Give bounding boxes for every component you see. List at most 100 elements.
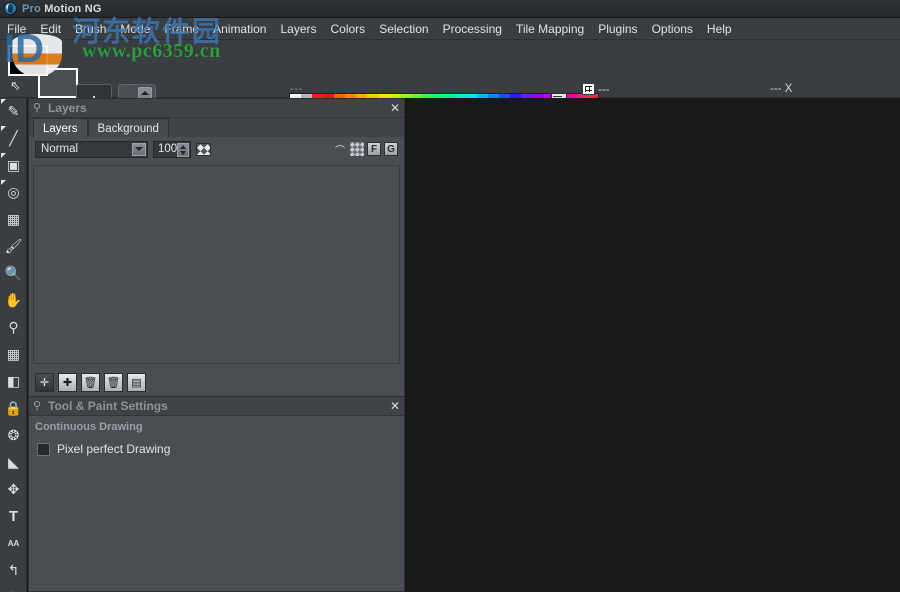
tool-undo-icon: ↰ xyxy=(7,562,20,578)
menu-item-file[interactable]: File xyxy=(0,19,33,39)
menu-item-tile-mapping[interactable]: Tile Mapping xyxy=(509,19,591,39)
tab-layers[interactable]: Layers xyxy=(33,118,88,137)
layers-tab-bar: Layers Background xyxy=(29,118,404,137)
blend-mode-value: Normal xyxy=(41,143,79,155)
swap-colors-icon[interactable]: ⇖ xyxy=(10,79,24,93)
window-title: Pro Motion NG xyxy=(22,3,102,15)
layer-footer-buttons: ✛ ✚ 🗑 🗑 ▤ xyxy=(35,373,146,392)
tool-rectangle[interactable]: ▣ xyxy=(0,152,27,179)
menu-item-colors[interactable]: Colors xyxy=(324,19,373,39)
tool-palette: ✎ ╱ ▣ ◎ ▦ 🖌 🔍 ✋ ⚲ ▦ ◧ 🔒 ❂ ◣ ✥ T AA ↰ ↳ xyxy=(0,98,27,592)
tool-spiral-icon: ❂ xyxy=(7,427,20,443)
tool-corner-marker xyxy=(1,99,6,104)
opacity-stepper-buttons[interactable] xyxy=(177,142,189,157)
tool-fill-icon: 🖌 xyxy=(4,238,23,254)
tool-freehand-icon: ✎ xyxy=(7,103,20,119)
tool-tile-grid[interactable]: ▦ xyxy=(0,206,27,233)
tool-paint-settings-panel: ⚲ Tool & Paint Settings ✕ Continuous Dra… xyxy=(28,396,405,592)
menu-item-help[interactable]: Help xyxy=(700,19,739,39)
tool-magnifier[interactable]: 🔍 xyxy=(0,260,27,287)
pixel-perfect-label: Pixel perfect Drawing xyxy=(57,442,171,456)
tool-freehand[interactable]: ✎ xyxy=(0,98,27,125)
pixel-perfect-checkbox[interactable] xyxy=(37,442,50,456)
window-title-prefix: Pro xyxy=(22,2,41,15)
layers-panel-title: Layers xyxy=(48,101,87,115)
tool-stencil[interactable]: ◧ xyxy=(0,368,27,395)
tool-line-icon: ╱ xyxy=(9,130,18,146)
menu-item-mode[interactable]: Mode xyxy=(113,19,157,39)
tool-color-picker[interactable]: ⚲ xyxy=(0,314,27,341)
tool-grid-toggle-icon: ▦ xyxy=(6,346,21,362)
blend-mode-select[interactable]: Normal xyxy=(35,140,148,158)
app-window: Pro Motion NG File Edit Brush Mode Frame… xyxy=(0,0,900,592)
tool-ellipse[interactable]: ◎ xyxy=(0,179,27,206)
tool-text[interactable]: T xyxy=(0,503,27,530)
close-icon[interactable]: ✕ xyxy=(390,102,400,114)
opacity-value: 100 xyxy=(158,143,178,155)
canvas-size-status: --- X xyxy=(770,83,793,95)
delete-layer-button[interactable]: 🗑 xyxy=(81,373,100,392)
foreground-color-swatch[interactable] xyxy=(8,45,48,76)
crosshair-icon xyxy=(582,83,595,95)
window-title-rest: Motion NG xyxy=(40,2,102,15)
transparency-icon[interactable] xyxy=(196,142,211,156)
tool-spiral[interactable]: ❂ xyxy=(0,422,27,449)
menu-item-frame[interactable]: Frame xyxy=(157,19,206,39)
top-toolbar: ⇖ Paint --- --- ⬌ ⇩ ⏵⏵ --- --- X 1x1 S 0… xyxy=(0,40,900,133)
pin-icon[interactable]: ⚲ xyxy=(33,102,42,115)
add-animation-layer-button[interactable]: ✛ xyxy=(35,373,54,392)
add-layer-button[interactable]: ✚ xyxy=(58,373,77,392)
tool-undo[interactable]: ↰ xyxy=(0,557,27,584)
tool-corner-marker xyxy=(1,180,6,185)
menu-item-options[interactable]: Options xyxy=(645,19,700,39)
layer-link-icon[interactable]: ⌒ xyxy=(333,142,347,157)
tool-tile-grid-icon: ▦ xyxy=(6,211,21,227)
menu-item-brush[interactable]: Brush xyxy=(68,19,113,39)
tool-paint-panel-header: ⚲ Tool & Paint Settings ✕ xyxy=(29,397,404,416)
tool-hand-pan-icon: ✋ xyxy=(4,292,23,308)
layer-toolbar: Normal 100 ⌒ F G xyxy=(29,137,404,161)
menu-item-plugins[interactable]: Plugins xyxy=(591,19,644,39)
layer-list[interactable] xyxy=(33,165,400,364)
opacity-stepper[interactable]: 100 xyxy=(153,140,191,158)
menu-bar: File Edit Brush Mode Frame Animation Lay… xyxy=(0,18,900,40)
tool-eraser[interactable]: ◣ xyxy=(0,449,27,476)
tool-anti-alias[interactable]: AA xyxy=(0,530,27,557)
tool-grid-toggle[interactable]: ▦ xyxy=(0,341,27,368)
tool-color-picker-icon: ⚲ xyxy=(8,319,19,335)
menu-item-layers[interactable]: Layers xyxy=(273,19,323,39)
tool-hand-pan[interactable]: ✋ xyxy=(0,287,27,314)
close-icon[interactable]: ✕ xyxy=(390,400,400,412)
menu-item-animation[interactable]: Animation xyxy=(206,19,273,39)
chevron-down-icon[interactable] xyxy=(132,142,146,156)
tool-transform-icon: ✥ xyxy=(7,481,20,497)
cursor-position-status: --- xyxy=(582,83,610,96)
tool-corner-marker xyxy=(1,153,6,158)
layer-option-icons: ⌒ F G xyxy=(333,142,398,157)
tool-eraser-icon: ◣ xyxy=(8,454,19,470)
layer-g-button[interactable]: G xyxy=(384,142,398,156)
tool-redo[interactable]: ↳ xyxy=(0,584,27,592)
delete-all-layers-button[interactable]: 🗑 xyxy=(104,373,123,392)
tool-rectangle-icon: ▣ xyxy=(6,157,21,173)
layer-checker-icon[interactable] xyxy=(350,142,364,156)
tool-fill[interactable]: 🖌 xyxy=(0,233,27,260)
pixel-perfect-row[interactable]: Pixel perfect Drawing xyxy=(29,433,404,456)
layer-f-button[interactable]: F xyxy=(367,142,381,156)
tool-paint-panel-title: Tool & Paint Settings xyxy=(48,399,168,413)
drawing-canvas[interactable] xyxy=(405,98,900,592)
pin-icon[interactable]: ⚲ xyxy=(33,400,42,413)
menu-item-processing[interactable]: Processing xyxy=(436,19,509,39)
cursor-position-value: --- xyxy=(598,84,610,96)
tab-background[interactable]: Background xyxy=(87,118,169,137)
tool-lock[interactable]: 🔒 xyxy=(0,395,27,422)
tool-transform[interactable]: ✥ xyxy=(0,476,27,503)
layer-properties-button[interactable]: ▤ xyxy=(127,373,146,392)
menu-item-selection[interactable]: Selection xyxy=(372,19,435,39)
continuous-drawing-label: Continuous Drawing xyxy=(35,421,143,433)
tool-redo-icon: ↳ xyxy=(4,588,23,592)
tool-magnifier-icon: 🔍 xyxy=(4,265,23,281)
tool-line[interactable]: ╱ xyxy=(0,125,27,152)
menu-item-edit[interactable]: Edit xyxy=(33,19,68,39)
tool-text-icon: T xyxy=(8,508,19,525)
